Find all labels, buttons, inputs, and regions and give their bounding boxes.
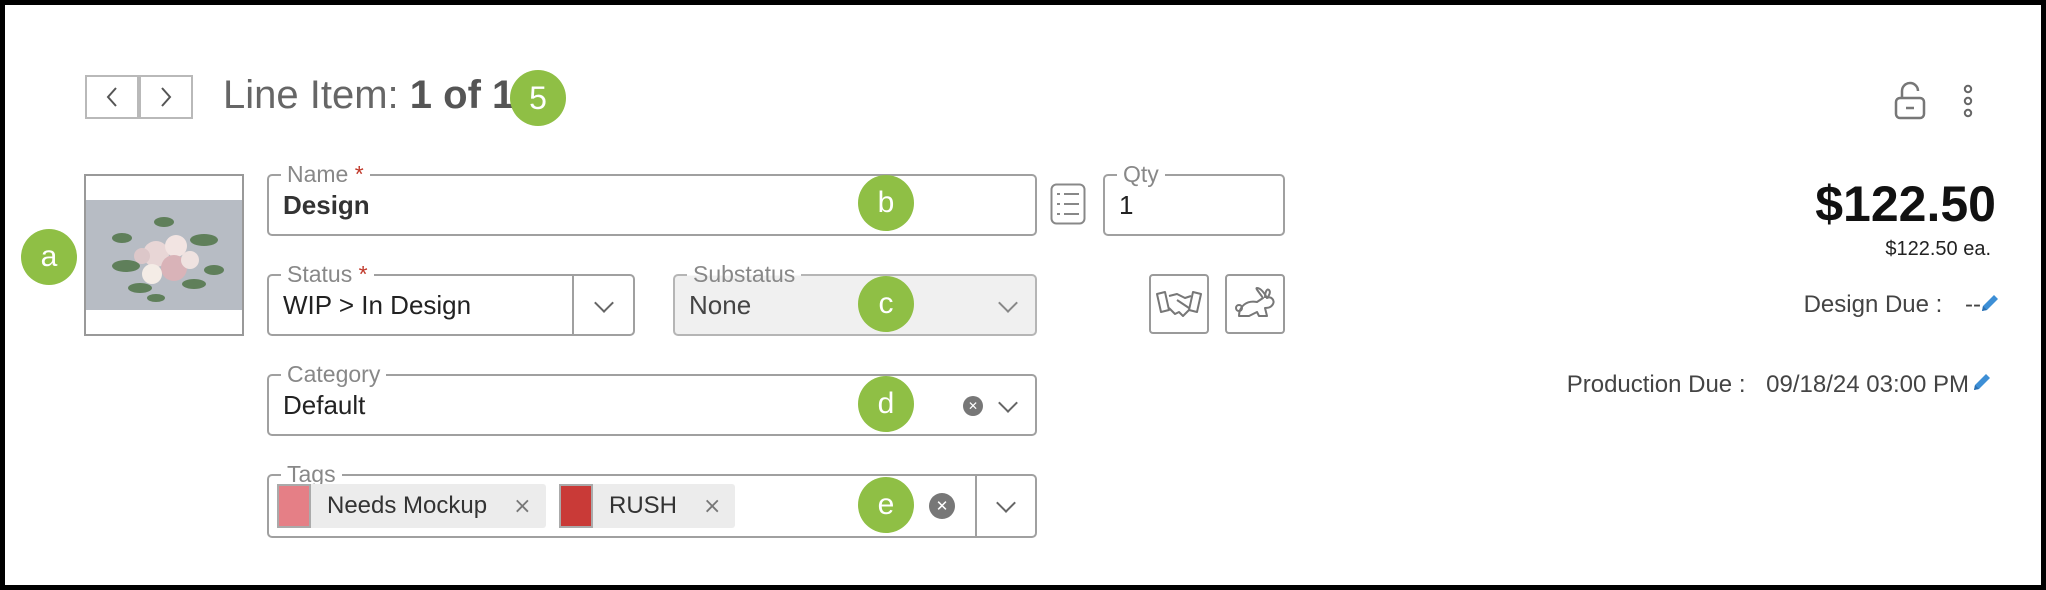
edit-production-due-button[interactable] [1971,371,1993,393]
status-divider [572,276,574,334]
tag-label: Needs Mockup [327,492,488,519]
tag-color-swatch [277,484,311,528]
rabbit-icon [1235,287,1275,317]
name-value: Design [283,190,370,220]
callout-badge-e: e [858,477,914,533]
chevron-left-icon [106,87,117,107]
status-select[interactable]: Status * WIP > In Design [267,260,635,336]
status-label: Status * [281,260,374,288]
line-item-panel: Line Item: 1 of 1 5 a Name * Design b Qt… [5,5,2041,585]
title-prefix: Line Item: [223,73,399,117]
category-label: Category [281,360,387,388]
pencil-icon [1982,295,1998,311]
bouquet-image [86,200,242,310]
chevron-right-icon [161,87,172,107]
remove-tag-icon[interactable]: × [703,494,721,519]
title-position: 1 of 1 [409,73,515,117]
clear-icon[interactable]: ✕ [963,396,983,416]
remove-tag-icon[interactable]: × [513,494,531,519]
status-value: WIP > In Design [283,290,472,320]
tags-divider [975,476,977,536]
tag-label: RUSH [609,492,678,519]
list-icon [1050,183,1086,225]
pencil-icon [1974,374,1990,390]
total-price: $122.50 [1815,176,1996,232]
category-select[interactable]: Category Default ✕ [267,360,1037,436]
callout-badge-a: a [21,229,77,285]
lock-button[interactable] [1892,81,1928,121]
unit-price: $122.50 ea. [1885,238,1991,260]
handshake-icon [1156,291,1202,317]
qty-field[interactable]: Qty 1 [1103,160,1285,236]
chevron-down-icon[interactable] [996,493,1016,513]
prev-item-button[interactable] [85,75,139,119]
qty-value: 1 [1119,190,1134,220]
tags-select[interactable]: Tags Needs Mockup × RUSH × ✕ [267,460,1037,538]
tag-chip-needs-mockup[interactable]: Needs Mockup × [277,484,546,528]
substatus-label: Substatus [687,260,802,288]
more-menu-button[interactable] [1960,83,1976,119]
chevron-down-icon[interactable] [594,293,614,313]
design-due-row: Design Due : -- [1804,291,1981,319]
callout-badge-5: 5 [510,70,566,126]
kebab-menu-icon [1963,84,1973,118]
qty-label: Qty [1117,160,1165,188]
chevron-down-icon[interactable] [998,393,1018,413]
production-due-value: 09/18/24 03:00 PM [1766,371,1969,398]
category-value: Default [283,390,366,420]
item-list-button[interactable] [1050,183,1086,225]
clear-icon[interactable]: ✕ [929,493,955,519]
design-due-label: Design Due : [1803,291,1943,318]
name-field[interactable]: Name * Design [267,160,1037,236]
tag-color-swatch [559,484,593,528]
chevron-down-icon[interactable] [998,293,1018,313]
substatus-value: None [689,290,752,320]
handshake-button[interactable] [1149,274,1209,334]
tag-chip-rush[interactable]: RUSH × [559,484,736,528]
page-title: Line Item: 1 of 1 [223,73,514,118]
edit-design-due-button[interactable] [1979,292,2001,314]
callout-badge-d: d [858,376,914,432]
callout-badge-b: b [858,175,914,231]
item-thumbnail[interactable] [84,174,244,336]
next-item-button[interactable] [139,75,193,119]
unlock-icon [1894,81,1926,120]
callout-badge-c: c [858,276,914,332]
substatus-select[interactable]: Substatus None [673,260,1037,336]
rush-button[interactable] [1225,274,1285,334]
production-due-row: Production Due : 09/18/24 03:00 PM [1567,371,1969,399]
production-due-label: Production Due : [1566,371,1746,398]
name-label: Name * [281,160,370,188]
